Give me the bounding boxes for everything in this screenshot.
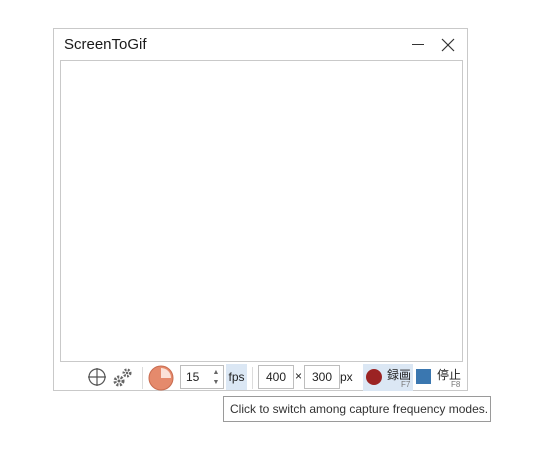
- snap-to-window-button[interactable]: [87, 367, 107, 387]
- close-icon: [441, 38, 455, 52]
- options-button[interactable]: [112, 366, 134, 388]
- record-button[interactable]: 録画 F7: [363, 364, 413, 391]
- window-title: ScreenToGif: [64, 36, 147, 53]
- recorder-toolbar: 15 ▲ ▼ fps 400 × 300 px 録画 F7 停止 F8: [54, 363, 467, 392]
- recorder-window: ScreenToGif 15 ▲ ▼ fps 400 × 300 px 録画 F…: [53, 28, 468, 391]
- fps-stepper[interactable]: 15 ▲ ▼: [180, 365, 224, 389]
- minimize-button[interactable]: [406, 33, 430, 57]
- stop-button[interactable]: 停止 F8: [415, 364, 463, 391]
- frequency-mode-button[interactable]: [148, 365, 174, 391]
- stop-icon: [416, 369, 431, 384]
- toolbar-separator: [142, 367, 143, 389]
- width-field[interactable]: 400: [258, 365, 294, 389]
- stop-shortcut: F8: [451, 380, 461, 389]
- record-icon: [366, 369, 382, 385]
- fps-label[interactable]: fps: [226, 364, 247, 390]
- gear-icon: [113, 368, 132, 387]
- spin-down-icon[interactable]: ▼: [211, 378, 221, 387]
- close-button[interactable]: [436, 33, 460, 57]
- fps-value: 15: [186, 370, 200, 384]
- capture-region[interactable]: [60, 60, 463, 362]
- times-sign: ×: [295, 369, 303, 383]
- crosshair-icon: [88, 368, 106, 386]
- height-field[interactable]: 300: [304, 365, 340, 389]
- size-unit-label: px: [340, 370, 353, 384]
- frequency-pie-icon: [148, 365, 174, 391]
- title-bar[interactable]: ScreenToGif: [54, 29, 467, 60]
- frequency-tooltip: Click to switch among capture frequency …: [223, 396, 491, 422]
- toolbar-separator: [252, 367, 253, 389]
- spin-up-icon[interactable]: ▲: [211, 368, 221, 377]
- record-shortcut: F7: [401, 380, 411, 389]
